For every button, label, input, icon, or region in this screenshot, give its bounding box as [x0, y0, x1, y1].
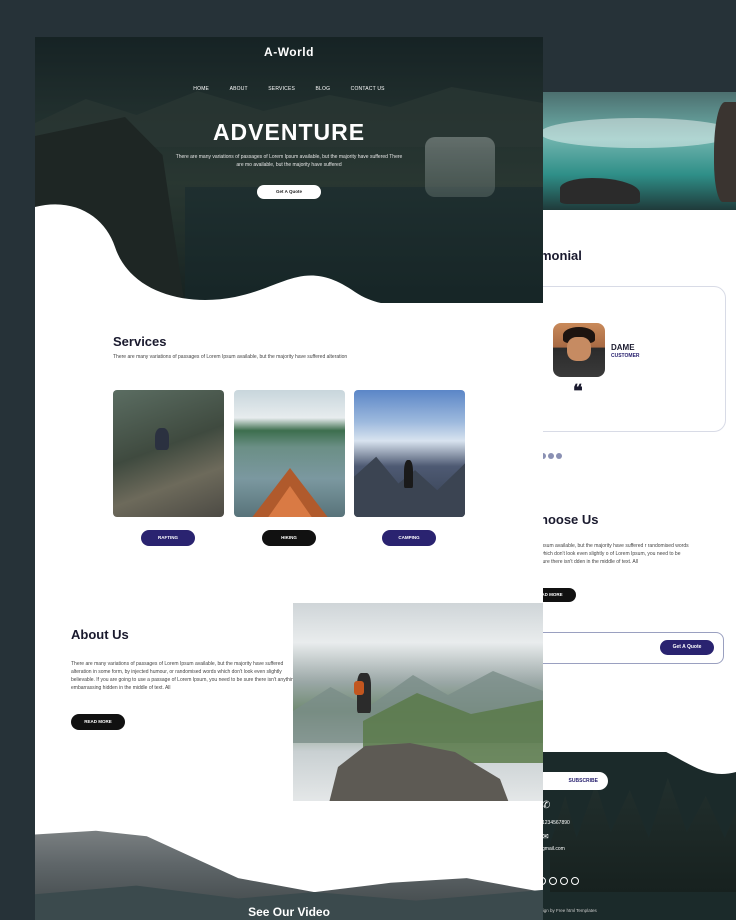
nav-services[interactable]: SERVICES — [268, 86, 295, 92]
carousel-dot[interactable] — [548, 453, 554, 459]
camping-button[interactable]: CAMPING — [382, 530, 436, 546]
main-page-preview: A-World HOME ABOUT SERVICES BLOG CONTACT… — [35, 37, 543, 920]
hero-section: A-World HOME ABOUT SERVICES BLOG CONTACT… — [35, 37, 543, 303]
hiking-button[interactable]: HIKING — [262, 530, 316, 546]
instagram-icon[interactable] — [571, 877, 579, 885]
testimonial-title: monial — [540, 248, 582, 263]
mail-icon: ✉ — [542, 832, 549, 841]
twitter-icon[interactable] — [549, 877, 557, 885]
hero-wave — [35, 204, 382, 303]
rafting-image — [113, 390, 224, 517]
hero-title: ADVENTURE — [212, 119, 366, 145]
nav-about[interactable]: ABOUT — [230, 86, 248, 92]
services-title: Services — [113, 334, 167, 349]
rafting-button[interactable]: RAFTING — [141, 530, 195, 546]
services-subtitle: There are many variations of passages of… — [113, 354, 348, 360]
hiking-image — [234, 390, 345, 517]
design-credit: esign by Free html Templates — [538, 908, 597, 913]
linkedin-icon[interactable] — [560, 877, 568, 885]
nav-contact[interactable]: CONTACT US — [351, 86, 385, 92]
camping-image — [354, 390, 465, 517]
nav-home[interactable]: HOME — [193, 86, 209, 92]
nav-blog[interactable]: BLOG — [316, 86, 331, 92]
testimonial-card: DAME CUSTOMER ❝ — [530, 286, 726, 432]
get-quote-button-secondary[interactable]: Get A Quote — [660, 640, 714, 655]
carousel-dots[interactable] — [540, 446, 564, 464]
email-address: gmail.com — [542, 846, 565, 852]
back-page-preview: monial DAME CUSTOMER ❝ hoose Us Ipsum av… — [510, 92, 736, 920]
avatar — [553, 323, 605, 377]
hero-text: There are many variations of passages of… — [175, 154, 403, 168]
testimonial-name: DAME — [611, 343, 635, 352]
about-text: There are many variations of passages of… — [71, 661, 297, 691]
about-image — [293, 603, 543, 801]
back-hero-image — [540, 92, 736, 210]
main-nav: HOME ABOUT SERVICES BLOG CONTACT US — [35, 77, 543, 95]
footer: SUBSCRIBE ✆ 1234567890 ✉ gmail.com esign… — [510, 712, 736, 920]
choose-us-text: Ipsum available, but the majority have s… — [540, 543, 689, 565]
phone-icon: ✆ — [542, 800, 551, 811]
carousel-dot[interactable] — [556, 453, 562, 459]
quote-icon: ❝ — [573, 381, 583, 402]
phone-number: 1234567890 — [542, 820, 570, 826]
about-read-more-button[interactable]: READ MORE — [71, 714, 125, 730]
choose-us-title: hoose Us — [540, 512, 599, 527]
video-title: See Our Video — [248, 905, 330, 919]
video-section: See Our Video — [35, 827, 543, 920]
social-links — [538, 872, 582, 890]
site-logo[interactable]: A-World — [35, 45, 543, 59]
testimonial-role: CUSTOMER — [611, 353, 640, 359]
about-title: About Us — [71, 627, 129, 642]
get-quote-button[interactable]: Get A Quote — [257, 185, 321, 199]
